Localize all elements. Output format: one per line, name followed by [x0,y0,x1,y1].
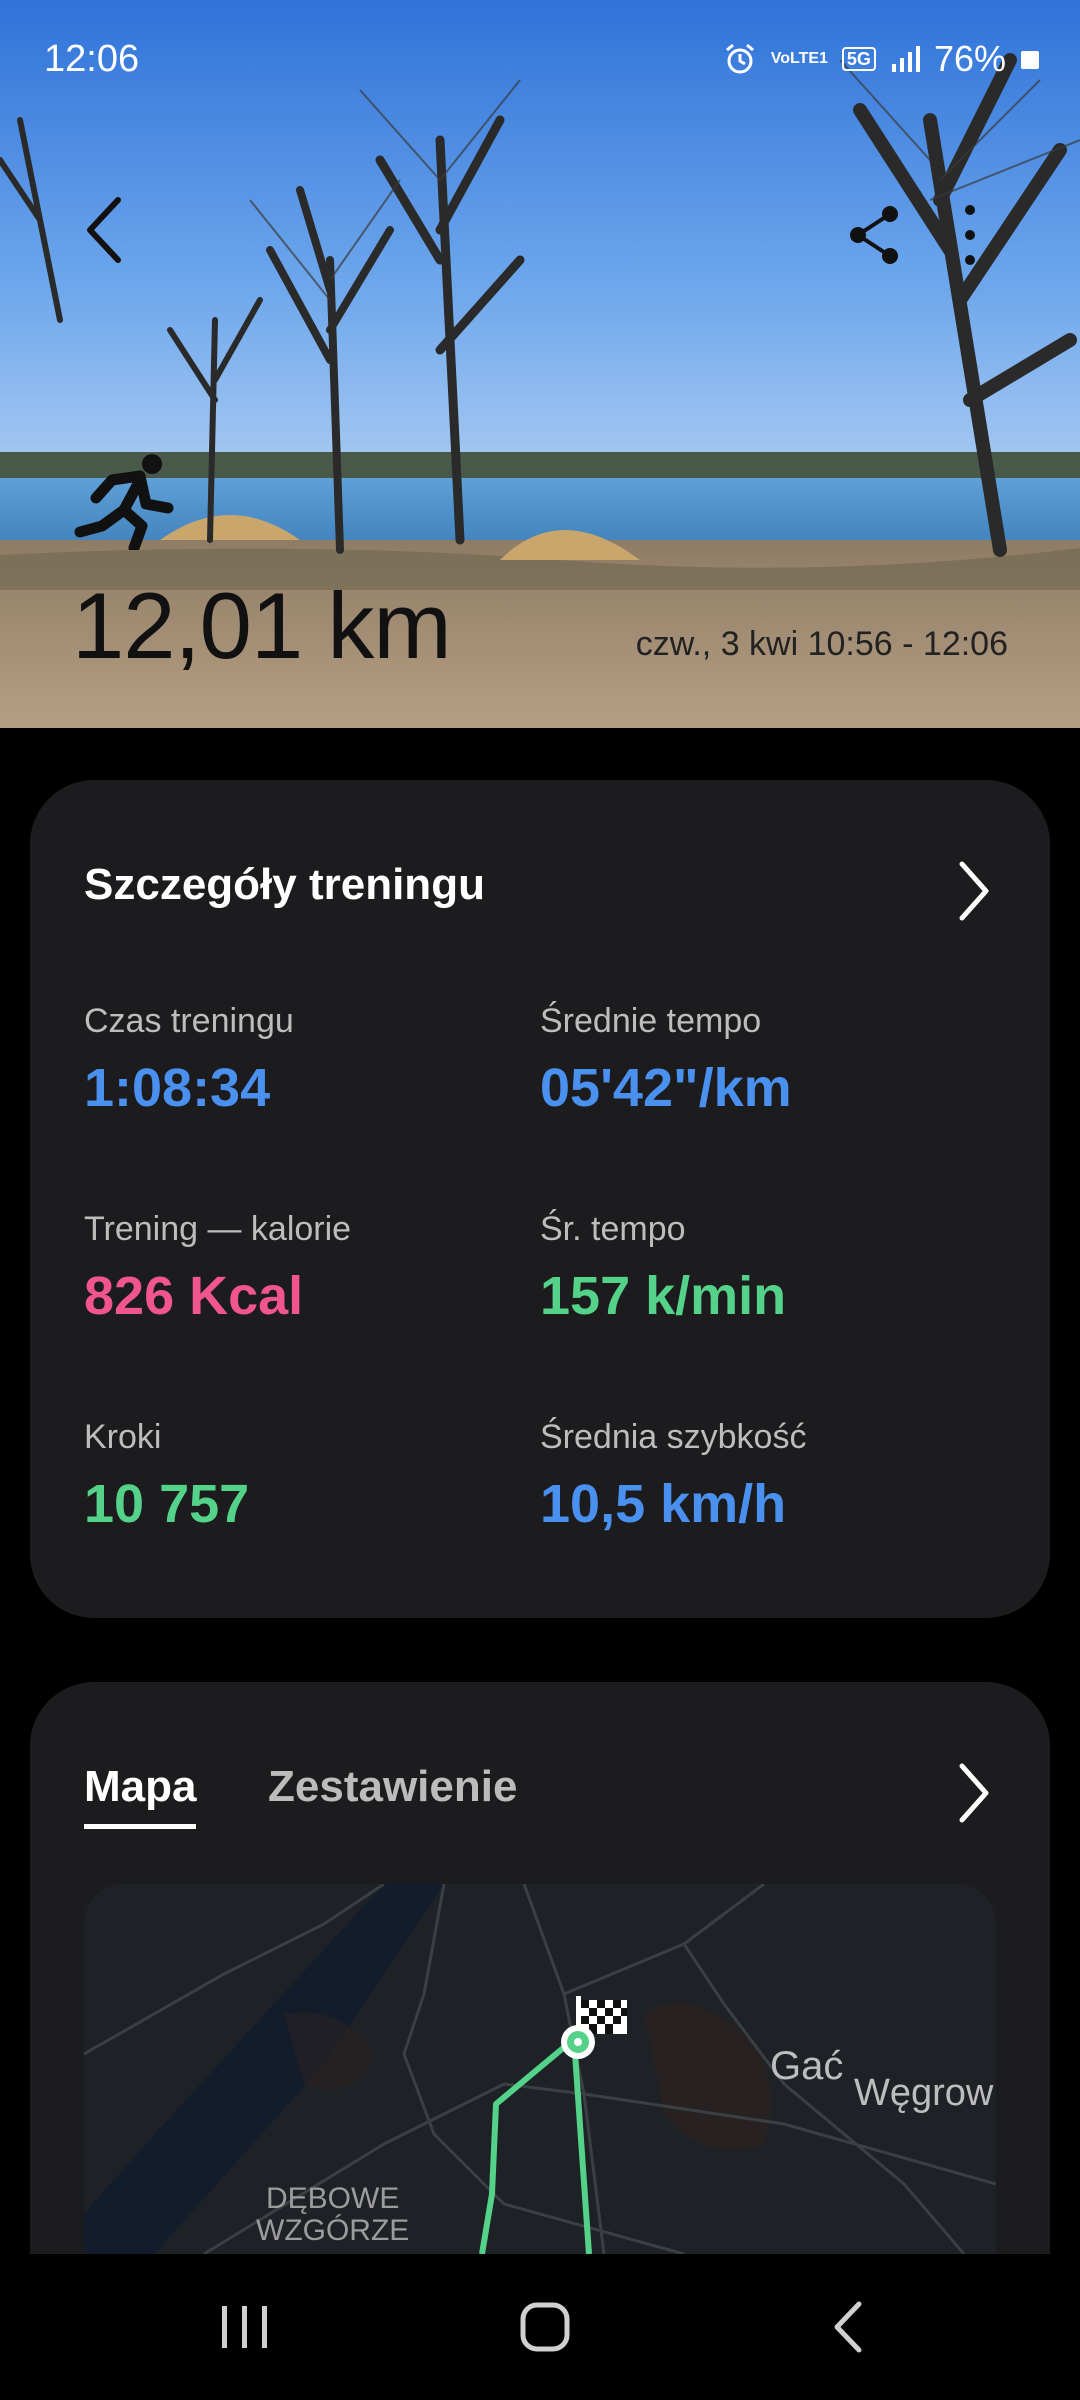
stat-label: Śr. tempo [540,1210,686,1248]
stat-cadence: Śr. tempo 157 k/min [540,1210,786,1327]
recent-apps-icon[interactable] [200,2292,290,2362]
workout-details-card[interactable]: Szczegóły treningu Czas treningu 1:08:34… [30,780,1050,1618]
stat-label: Czas treningu [84,1002,294,1040]
stat-label: Średnie tempo [540,1002,762,1040]
route-map[interactable]: Gać Węgrow DĘBOWE WZGÓRZE [84,1884,996,2304]
hero-banner: 12:06 VoLTE1 5G 76% 12,01 km czw., 3 kwi… [0,0,1080,728]
status-icons: VoLTE1 5G 76% [723,38,1040,80]
finish-marker-icon [561,1996,627,2059]
battery-icon [1021,51,1039,69]
chevron-right-icon[interactable] [948,1758,998,1828]
map-label-debowe: DĘBOWE [266,2182,400,2215]
stat-label: Kroki [84,1418,162,1456]
stat-value: 10 757 [84,1474,250,1534]
share-icon[interactable] [840,200,910,270]
map-label-gac: Gać [770,2044,844,2088]
workout-datetime: czw., 3 kwi 10:56 - 12:06 [635,625,1008,663]
nav-back-icon[interactable] [805,2292,895,2362]
5g-icon: 5G [841,47,876,71]
stat-avg-speed: Średnia szybkość 10,5 km/h [540,1418,806,1535]
more-options-icon[interactable] [945,195,995,275]
alarm-icon [725,43,754,74]
status-time: 12:06 [44,38,140,80]
details-title: Szczegóły treningu [84,860,485,909]
stat-value: 826 Kcal [84,1266,304,1326]
home-icon[interactable] [500,2292,590,2362]
system-nav-bar [0,2254,1080,2400]
tab-map[interactable]: Mapa [84,1762,197,1829]
status-bar: 12:06 VoLTE1 5G 76% [0,0,1080,120]
stat-label: Średnia szybkość [540,1418,807,1456]
stat-avg-pace: Średnie tempo 05'42"/km [540,1002,792,1119]
running-icon [74,454,174,550]
stat-duration: Czas treningu 1:08:34 [84,1002,294,1119]
map-label-wzgorze: WZGÓRZE [256,2214,410,2247]
stat-steps: Kroki 10 757 [84,1418,249,1535]
stat-value: 157 k/min [540,1266,787,1326]
signal-icon [891,46,920,72]
back-icon[interactable] [70,190,140,270]
stat-calories: Trening — kalorie 826 Kcal [84,1210,351,1327]
stat-value: 1:08:34 [84,1058,271,1118]
stat-value: 10,5 km/h [540,1474,787,1534]
map-canvas [84,1884,996,2256]
map-label-wegrow: Węgrow [854,2072,994,2114]
distance-value: 12,01 km [72,573,452,678]
stat-label: Trening — kalorie [84,1210,352,1248]
tab-summary[interactable]: Zestawienie [268,1762,517,1812]
stat-value: 05'42"/km [540,1058,792,1118]
chevron-right-icon[interactable] [948,856,998,926]
battery-percent: 76% [933,38,1006,79]
volte-icon: VoLTE1 [770,50,828,67]
